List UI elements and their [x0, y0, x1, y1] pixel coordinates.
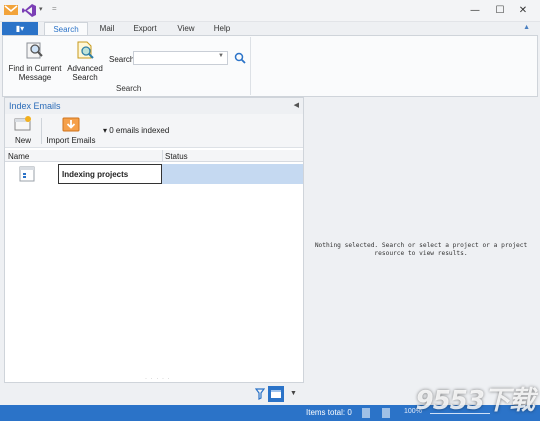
tab-search[interactable]: Search [44, 22, 88, 36]
title-bar: ▾ = — ☐ ✕ [0, 0, 540, 22]
toolbar-divider [41, 118, 42, 144]
advanced-search-button[interactable]: Advanced Search [66, 40, 104, 82]
search-field-label: Search [109, 55, 135, 64]
find-in-message-icon [26, 42, 43, 59]
resize-grip[interactable]: · · · · · [145, 376, 171, 382]
table-row[interactable]: Indexing projects [5, 164, 303, 184]
search-go-icon[interactable] [234, 52, 246, 64]
new-project-button[interactable]: New [9, 116, 37, 145]
panel-toolbar: New Import Emails ▾ 0 emails indexed [5, 114, 303, 148]
indexed-count-status[interactable]: ▾ 0 emails indexed [103, 126, 169, 135]
panel-title: Index Emails [9, 101, 61, 111]
tab-view[interactable]: View [172, 22, 200, 36]
find-in-current-message-button[interactable]: Find in Current Message [6, 40, 64, 82]
watermark-logo: 9553下载 [415, 386, 535, 416]
vs-dropdown-chevron-icon[interactable]: ▾ [39, 5, 43, 13]
quick-access-button[interactable]: = [52, 4, 57, 13]
find-in-current-message-label: Find in Current Message [8, 64, 62, 82]
tab-mail[interactable]: Mail [94, 22, 120, 36]
new-project-icon [14, 116, 31, 131]
search-dropdown-chevron-icon[interactable]: ▼ [218, 53, 224, 59]
filter-icon[interactable] [255, 388, 265, 400]
app-logo-icon [4, 5, 18, 15]
status-pane-icon[interactable] [362, 408, 370, 418]
column-divider[interactable] [162, 150, 163, 162]
view-mode-button[interactable] [268, 386, 284, 402]
close-button[interactable]: ✕ [514, 3, 532, 19]
import-emails-icon [62, 117, 80, 132]
advanced-search-label: Advanced Search [67, 64, 103, 82]
view-mode-chevron-icon[interactable]: ▼ [290, 390, 297, 397]
panel-header: Index Emails ◀ [5, 98, 303, 114]
minimize-button[interactable]: — [466, 3, 484, 19]
tab-export[interactable]: Export [128, 22, 162, 36]
grid-header: Name Status [5, 150, 303, 162]
maximize-button[interactable]: ☐ [491, 3, 509, 19]
project-icon [19, 166, 35, 182]
window-icon [271, 390, 281, 398]
status-layout-icon[interactable] [382, 408, 390, 418]
visual-studio-icon[interactable] [22, 4, 36, 17]
collapse-ribbon-chevron-icon[interactable]: ▲ [523, 24, 530, 31]
tab-help[interactable]: Help [208, 22, 236, 36]
collapse-panel-chevron-icon[interactable]: ◀ [294, 101, 299, 109]
column-header-status[interactable]: Status [165, 152, 188, 161]
project-status-cell[interactable] [162, 164, 303, 184]
search-input[interactable]: ▼ [133, 51, 228, 65]
indexed-count-text: 0 emails indexed [109, 126, 170, 135]
project-name-cell[interactable]: Indexing projects [58, 164, 162, 184]
empty-results-message: Nothing selected. Search or select a pro… [314, 242, 528, 257]
ribbon-group-divider [250, 37, 251, 95]
new-project-label: New [14, 136, 31, 145]
index-emails-panel: Index Emails ◀ New Import Emails ▾ 0 ema… [4, 97, 304, 383]
import-emails-label: Import Emails [46, 136, 96, 145]
search-group-label: Search [116, 84, 142, 93]
column-header-name[interactable]: Name [8, 152, 29, 161]
file-menu-button[interactable]: ▮▾ [2, 22, 38, 36]
import-emails-button[interactable]: Import Emails [45, 116, 97, 145]
advanced-search-icon [77, 41, 94, 59]
items-total-text: Items total: 0 [306, 408, 352, 417]
